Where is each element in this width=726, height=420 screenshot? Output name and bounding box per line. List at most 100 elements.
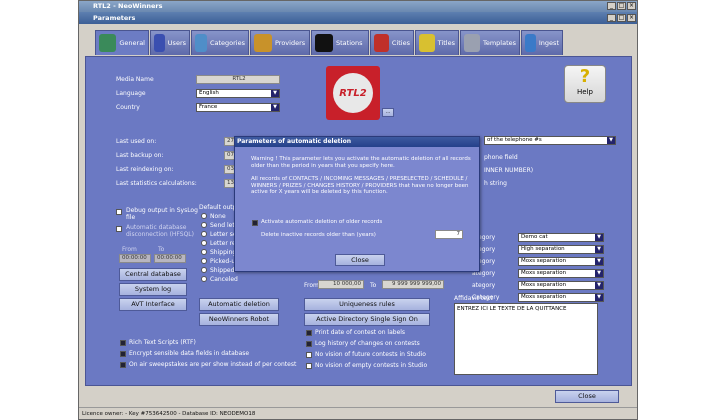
debug-checkbox[interactable] [116,208,122,215]
output-radio[interactable] [201,213,207,221]
output-radio[interactable] [201,231,207,239]
output-radio-label: Shipped [210,267,235,274]
option-label: Print date of contest on labels [315,329,406,336]
category-select[interactable]: Moxs separation ▼ [518,293,604,302]
tabs-bar: General Users Categories Providers Stations C… [79,24,637,57]
tab-general[interactable]: General [95,30,149,55]
media-name-field[interactable]: RTL2 [196,75,280,84]
tab-label: Templates [482,39,516,47]
range-to-label: To [370,282,377,289]
default-output-label: Default outp [199,204,237,211]
output-radio[interactable] [201,267,207,275]
tab-label: Categories [209,39,245,47]
category-select[interactable]: Demo cat ▼ [518,233,604,242]
output-radio[interactable] [201,240,207,248]
option-label: Encrypt sensible data fields in database [129,350,250,357]
country-label: Country [116,104,140,111]
option-label: Rich Text Scripts (RTF) [129,339,196,346]
minimize-button[interactable]: _ [607,2,616,10]
dialog-title: Parameters [93,14,136,22]
option-checkbox[interactable] [120,339,126,346]
affidavit-label: Affidavit text [454,295,493,302]
close-button[interactable]: Close [555,390,619,403]
close-window-button[interactable]: × [627,2,636,10]
output-radio[interactable] [201,249,207,257]
active-directory-sso-button[interactable]: Active Directory Single Sign On [304,313,430,326]
tab-cities[interactable]: Cities [370,30,414,55]
help-label: Help [577,88,593,96]
tab-users[interactable]: Users [150,30,190,55]
to-time-field[interactable]: 00:00:00 [154,254,186,263]
station-logo: RTL2 [326,66,380,120]
tab-categories[interactable]: Categories [191,30,249,55]
inner-maximize-button[interactable]: □ [617,14,626,22]
neowinners-robot-button[interactable]: NeoWinners Robot [199,313,279,326]
category-select[interactable]: Moxs separation ▼ [518,269,604,278]
help-button[interactable]: ? Help [564,65,606,103]
output-radio[interactable] [201,222,207,230]
status-text: Licence owner: - Key #753642500 - Databa… [82,411,256,417]
output-radio[interactable] [201,258,207,266]
affidavit-textarea[interactable]: ENTREZ ICI LE TEXTE DE LA QUITTANCE [454,303,598,375]
option-checkbox[interactable] [306,351,312,358]
logo-text: RTL2 [333,73,373,113]
central-database-button[interactable]: Central database [119,268,187,281]
maximize-button[interactable]: □ [617,2,626,10]
language-select[interactable]: English ▼ [196,89,280,98]
tab-titles[interactable]: Titles [415,30,459,55]
from-time-field[interactable]: 00:00:00 [119,254,151,263]
dialog-warning-text: Warning ! This parameter lets you activa… [251,156,471,169]
option-checkbox[interactable] [120,350,126,357]
uniqueness-rules-button[interactable]: Uniqueness rules [304,298,430,311]
tab-label: Cities [391,39,410,47]
sliders-icon [99,34,117,52]
tab-providers[interactable]: Providers [250,30,310,55]
phone-field-text: phone field [484,154,518,161]
browse-logo-button[interactable]: ... [382,108,394,117]
date-label: Last backup on: [116,152,164,159]
category-select[interactable]: Moxs separation ▼ [518,257,604,266]
tab-label: Providers [275,39,306,47]
activate-deletion-label: Activate automatic deletion of older rec… [261,219,383,225]
option-checkbox[interactable] [306,340,312,347]
range-from-field[interactable]: 10 000,00 [318,280,364,289]
from-time-label: From [122,246,137,253]
category-select[interactable]: High separation ▼ [518,245,604,254]
option-checkbox[interactable] [120,361,126,368]
date-label: Last used on: [116,138,157,145]
dialog-close-button[interactable]: Close [335,254,385,266]
category-select[interactable]: Moxs separation ▼ [518,281,604,290]
option-checkbox[interactable] [306,362,312,369]
automatic-deletion-button[interactable]: Automatic deletion [199,298,279,311]
phone-format-select[interactable]: of the telephone #s ▼ [484,136,616,145]
range-to-field[interactable]: 9 999 999 999,00 [382,280,444,289]
tab-label: Titles [437,39,455,47]
auto-disconnect-checkbox[interactable] [116,225,122,232]
avt-interface-button[interactable]: AVT Interface [119,298,187,311]
option-label: On air sweepstakes are per show instead … [129,361,297,368]
tab-label: Stations [336,39,363,47]
winner-number-text: INNER NUMBER) [484,167,534,174]
inner-minimize-button[interactable]: _ [607,14,616,22]
tab-ingest[interactable]: Ingest [521,30,563,55]
tab-label: Users [167,39,186,47]
inner-close-button[interactable]: × [627,14,636,22]
to-time-label: To [158,246,165,253]
media-name-label: Media Name [116,76,154,83]
tab-templates[interactable]: Templates [460,30,520,55]
activate-deletion-checkbox[interactable] [252,219,258,226]
option-checkbox[interactable] [306,329,312,336]
country-select[interactable]: France ▼ [196,103,280,112]
system-log-button[interactable]: System log [119,283,187,296]
chevron-down-icon: ▼ [595,270,603,277]
date-label: Last statistics calculations: [116,180,197,187]
template-icon [464,34,480,52]
chevron-down-icon: ▼ [271,104,279,111]
output-radio[interactable] [201,276,207,284]
option-label: No vision of future contests in Studio [315,351,426,358]
output-radio-label: None [210,213,226,220]
tab-stations[interactable]: Stations [311,30,369,55]
years-field[interactable]: 7 [435,230,463,239]
app-title: RTL2 - NeoWinners [93,2,163,10]
chevron-down-icon: ▼ [271,90,279,97]
